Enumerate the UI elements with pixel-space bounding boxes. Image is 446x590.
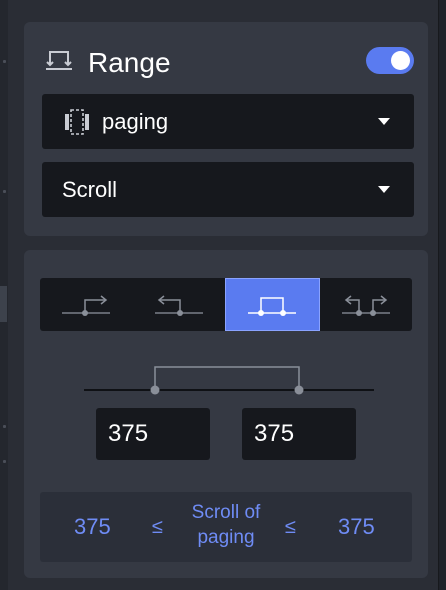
chevron-down-icon [378,118,390,125]
range-to-input[interactable]: 375 [242,408,356,460]
summary-to-value: 375 [338,514,375,539]
element-select-value: paging [102,109,169,134]
edge-marker [3,190,6,193]
element-select[interactable]: paging [42,94,414,149]
range-mode-section: 375 375 375 ≤ Scroll of paging ≤ 375 [24,250,428,578]
range-from-value: 375 [108,420,149,447]
toggle-knob [391,51,410,70]
summary-le-right: ≤ [285,516,296,538]
range-mode-segmented-control [40,278,412,331]
range-to-value: 375 [254,420,295,447]
range-title: Range [88,47,171,78]
range-mode-outside[interactable] [320,278,413,331]
paging-element-icon [65,109,89,135]
edge-selected-block [0,286,7,322]
edge-marker [3,460,6,463]
edge-marker [3,425,6,428]
summary-line-1: Scroll of [191,502,261,523]
range-mode-between[interactable] [225,278,320,331]
summary-le-left: ≤ [152,516,163,538]
range-between-icon [248,296,297,316]
event-select-value: Scroll [62,177,118,202]
event-select[interactable]: Scroll [42,162,414,217]
range-outside-icon [341,294,390,316]
chevron-down-icon [378,186,390,193]
range-forward-icon [62,294,111,316]
range-enable-toggle[interactable] [366,47,414,74]
range-mode-backward[interactable] [133,278,226,331]
range-start-handle[interactable] [150,385,160,395]
summary-description: Scroll of paging [178,500,274,550]
range-summary: 375 ≤ Scroll of paging ≤ 375 [40,492,412,562]
edge-marker [3,60,6,63]
range-backward-icon [154,294,203,316]
adjacent-panel-edge [0,0,8,590]
range-from-input[interactable]: 375 [96,408,210,460]
range-icon [46,51,72,70]
range-diagram [84,366,374,395]
summary-from-value: 375 [74,514,111,539]
range-mode-forward[interactable] [40,278,133,331]
summary-line-2: paging [197,527,255,548]
range-section: Range paging Scroll [24,22,428,236]
range-end-handle[interactable] [294,385,304,395]
